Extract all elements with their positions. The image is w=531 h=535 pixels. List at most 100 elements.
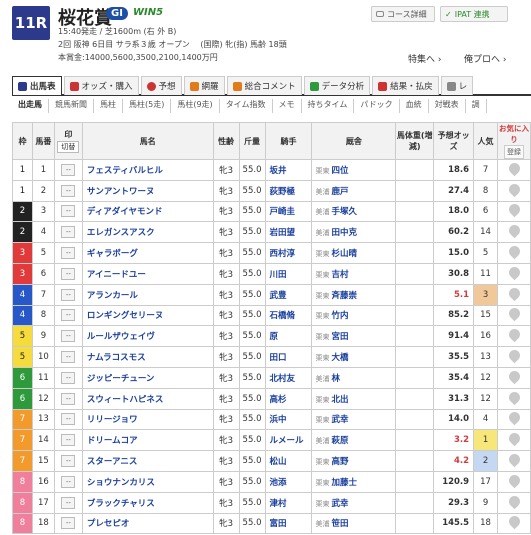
horse-name-link[interactable]: フェスティバルヒル	[81, 159, 214, 181]
trainer-cell[interactable]: 栗東 北出	[311, 387, 397, 410]
jockey-link[interactable]: 武豊	[264, 283, 313, 306]
trainer-cell[interactable]: 美浦林	[311, 366, 397, 389]
trainer-link[interactable]: 林	[331, 374, 340, 384]
jockey-link[interactable]: 津村	[264, 491, 313, 514]
mark-select[interactable]: --	[61, 288, 76, 301]
favorite-cell[interactable]	[497, 429, 531, 452]
favorite-pin-icon[interactable]	[506, 243, 522, 260]
tab-mora[interactable]: 網羅	[183, 76, 225, 95]
trainer-link[interactable]: 杉山晴	[331, 249, 357, 259]
mark-cell[interactable]: --	[53, 512, 83, 535]
horse-name-link[interactable]: リリージョワ	[81, 408, 214, 431]
favorite-cell[interactable]	[497, 159, 531, 181]
mark-cell[interactable]: --	[53, 366, 83, 389]
favorite-pin-icon[interactable]	[506, 389, 522, 405]
mark-select[interactable]: --	[61, 455, 76, 468]
favorite-cell[interactable]	[497, 262, 531, 285]
tab-data[interactable]: データ分析	[303, 76, 371, 95]
trainer-cell[interactable]: 栗東 吉村	[311, 262, 397, 285]
mark-cell[interactable]: --	[53, 346, 83, 368]
trainer-link[interactable]: 吉村	[331, 270, 348, 280]
trainer-cell[interactable]: 美浦 笹田	[311, 512, 397, 535]
jockey-link[interactable]: 池添	[264, 470, 313, 493]
trainer-link[interactable]: 武幸	[331, 499, 348, 509]
trainer-cell[interactable]: 美浦 鹿戸	[311, 179, 397, 202]
favorite-cell[interactable]	[497, 283, 531, 306]
subnav-paddock[interactable]: パドック	[354, 99, 400, 113]
trainer-link[interactable]: 竹内	[331, 311, 348, 321]
favorite-pin-icon[interactable]	[506, 347, 522, 364]
subnav-umabashira[interactable]: 馬柱	[94, 99, 123, 113]
favorite-cell[interactable]	[497, 346, 531, 368]
favorite-cell[interactable]	[497, 450, 531, 472]
mark-cell[interactable]: --	[53, 221, 83, 244]
mark-cell[interactable]: --	[53, 304, 83, 327]
favorite-pin-icon[interactable]	[506, 410, 522, 426]
favorite-cell[interactable]	[497, 325, 531, 348]
jockey-link[interactable]: 西村淳	[264, 242, 313, 264]
favorite-cell[interactable]	[497, 179, 531, 202]
tab-odds[interactable]: オッズ・購入	[63, 76, 139, 95]
favorite-pin-icon[interactable]	[506, 160, 522, 177]
subnav-time-index[interactable]: タイム指数	[220, 99, 273, 113]
horse-name-link[interactable]: ジッピーチューン	[81, 366, 214, 389]
mark-select[interactable]: --	[61, 184, 76, 197]
mark-select[interactable]: --	[61, 330, 76, 343]
favorite-pin-icon[interactable]	[506, 472, 522, 489]
horse-name-link[interactable]: ディアダイヤモンド	[81, 200, 214, 223]
mark-select[interactable]: --	[61, 309, 76, 322]
mark-cell[interactable]: --	[53, 408, 83, 431]
favorite-pin-icon[interactable]	[506, 368, 522, 385]
mark-select[interactable]: --	[61, 247, 76, 260]
horse-name-link[interactable]: エレガンスアスク	[81, 221, 214, 244]
special-feature-link[interactable]: 特集へ ›	[408, 52, 441, 65]
horse-name-link[interactable]: ブラックチャリス	[81, 491, 214, 514]
subnav-memo[interactable]: メモ	[273, 99, 302, 113]
horse-name-link[interactable]: スウィートハピネス	[81, 387, 214, 410]
favorite-cell[interactable]	[497, 408, 531, 431]
mark-cell[interactable]: --	[53, 179, 83, 202]
trainer-cell[interactable]: 栗東 高野	[311, 450, 397, 472]
horse-name-link[interactable]: スターアニス	[81, 450, 214, 472]
subnav-more[interactable]: 調	[466, 99, 487, 113]
tab-result[interactable]: 結果・払戻	[372, 76, 439, 95]
subnav-newspaper[interactable]: 競馬新聞	[49, 99, 94, 113]
favorite-cell[interactable]	[497, 387, 531, 410]
favorite-pin-icon[interactable]	[506, 202, 522, 218]
jockey-link[interactable]: 川田	[264, 262, 313, 285]
jockey-link[interactable]: 浜中	[264, 408, 313, 431]
trainer-link[interactable]: 加藤士	[331, 478, 357, 488]
jockey-link[interactable]: ルメール	[264, 429, 313, 452]
favorite-cell[interactable]	[497, 200, 531, 223]
horse-name-link[interactable]: ルールザウェイヴ	[81, 325, 214, 348]
mark-select[interactable]: --	[61, 413, 76, 426]
course-detail-button[interactable]: コース詳細	[371, 6, 435, 22]
jockey-link[interactable]: 高杉	[264, 387, 313, 410]
mark-cell[interactable]: --	[53, 325, 83, 348]
trainer-link[interactable]: 萩原	[331, 436, 348, 446]
trainer-cell[interactable]: 栗東 武幸	[311, 408, 397, 431]
mark-cell[interactable]: --	[53, 242, 83, 264]
trainer-link[interactable]: 笹田	[331, 519, 348, 529]
trainer-cell[interactable]: 美浦 萩原	[311, 429, 397, 452]
subnav-best-time[interactable]: 持ちタイム	[302, 99, 355, 113]
favorite-register-button[interactable]: 登録	[504, 145, 524, 159]
favorite-pin-icon[interactable]	[506, 306, 522, 322]
jockey-link[interactable]: 原	[264, 325, 313, 348]
trainer-cell[interactable]: 栗東 杉山晴	[311, 242, 397, 264]
trainer-cell[interactable]: 栗東 斉藤崇	[311, 283, 397, 306]
mark-cell[interactable]: --	[53, 470, 83, 493]
favorite-cell[interactable]	[497, 304, 531, 327]
trainer-link[interactable]: 宮田	[331, 332, 348, 342]
trainer-link[interactable]: 北出	[331, 395, 348, 405]
mark-select[interactable]: --	[61, 475, 76, 488]
horse-name-link[interactable]: アイニードユー	[81, 262, 214, 285]
trainer-link[interactable]: 鹿戸	[331, 187, 348, 197]
favorite-pin-icon[interactable]	[506, 181, 522, 197]
mark-cell[interactable]: --	[53, 450, 83, 472]
horse-name-link[interactable]: ギャラボーグ	[81, 242, 214, 264]
trainer-cell[interactable]: 栗東 四位	[311, 159, 397, 181]
horse-name-link[interactable]: プレセピオ	[81, 512, 214, 535]
mark-select[interactable]: --	[61, 226, 76, 239]
tab-shutsuba[interactable]: 出馬表	[12, 76, 62, 95]
